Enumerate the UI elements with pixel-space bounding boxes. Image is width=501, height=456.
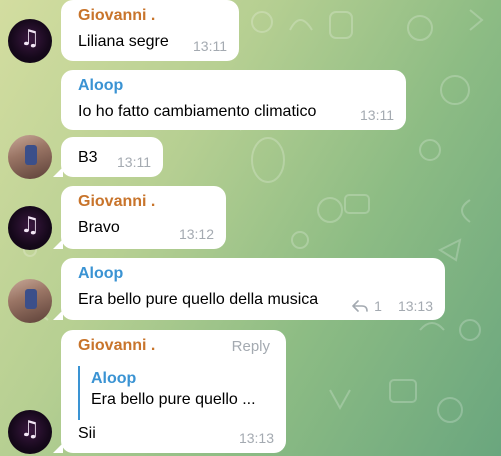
message-bubble[interactable]: Giovanni . Bravo 13:12 xyxy=(53,186,226,249)
bubble-tail xyxy=(53,167,63,177)
avatar[interactable]: ♫ xyxy=(8,410,52,454)
music-note-icon: ♫ xyxy=(20,213,40,238)
message-text: Bravo xyxy=(78,219,120,236)
bubble-tail xyxy=(53,310,63,320)
avatar[interactable] xyxy=(8,135,52,179)
music-note-icon: ♫ xyxy=(20,26,40,51)
reply-arrow-icon[interactable] xyxy=(352,299,368,313)
message-time: 13:11 xyxy=(193,38,227,54)
message-time: 13:11 xyxy=(360,107,394,123)
message-bubble[interactable]: Giovanni . Reply Aloop Era bello pure qu… xyxy=(53,330,286,453)
avatar[interactable]: ♫ xyxy=(8,19,52,63)
quoted-message[interactable]: Aloop Era bello pure quello ... xyxy=(78,366,268,420)
message-time: 13:13 xyxy=(397,298,433,314)
profile-photo xyxy=(25,289,37,309)
message-text: Liliana segre xyxy=(78,33,169,50)
message-text: Era bello pure quello della musica xyxy=(78,291,319,308)
message-bubble[interactable]: Giovanni . Liliana segre 13:11 xyxy=(61,0,239,61)
avatar[interactable]: ♫ xyxy=(8,206,52,250)
sender-name[interactable]: Giovanni . xyxy=(78,6,227,26)
bubble-tail xyxy=(53,239,63,249)
reply-count[interactable]: 1 xyxy=(374,298,382,314)
music-note-icon: ♫ xyxy=(20,417,40,442)
message-meta: 1 13:13 xyxy=(352,298,433,314)
message-bubble[interactable]: Aloop Io ho fatto cambiamento climatico … xyxy=(61,70,406,130)
reply-button[interactable]: Reply xyxy=(232,338,270,355)
sender-name[interactable]: Aloop xyxy=(78,76,394,96)
sender-name[interactable]: Giovanni . xyxy=(78,192,214,212)
message-bubble[interactable]: Aloop Era bello pure quello della musica… xyxy=(53,258,445,320)
message-time: 13:11 xyxy=(117,154,151,170)
quoted-text: Era bello pure quello ... xyxy=(91,391,256,408)
avatar[interactable] xyxy=(8,279,52,323)
message-time: 13:13 xyxy=(238,430,274,446)
message-text: Io ho fatto cambiamento climatico xyxy=(78,103,317,120)
quoted-sender: Aloop xyxy=(91,370,137,387)
bubble-tail xyxy=(53,443,63,453)
message-text: Sii xyxy=(78,425,96,442)
message-bubble[interactable]: B3 13:11 xyxy=(53,137,163,177)
message-text: B3 xyxy=(78,149,98,166)
message-time: 13:12 xyxy=(178,226,214,242)
sender-name[interactable]: Aloop xyxy=(78,264,433,284)
profile-photo xyxy=(25,145,37,165)
